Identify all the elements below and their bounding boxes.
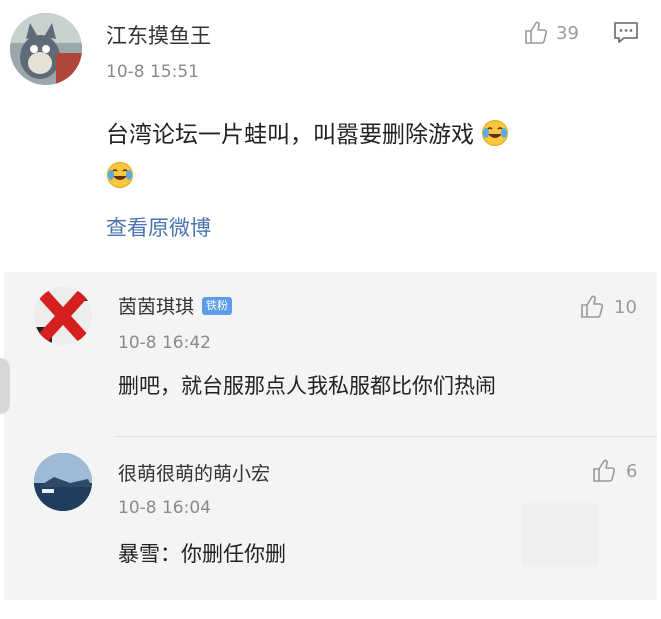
- red-x-avatar-icon: [34, 287, 92, 345]
- reply-divider: [116, 436, 657, 437]
- reply-2-time: 10-8 16:04: [118, 498, 211, 518]
- reply-2-text: 暴雪：你删任你删: [118, 542, 286, 566]
- thumbs-up-icon: [593, 459, 616, 482]
- view-original-weibo-link[interactable]: 查看原微博: [106, 212, 211, 242]
- fan-badge: 铁粉: [202, 296, 233, 315]
- thumbs-up-icon: [525, 21, 548, 44]
- laughing-crying-emoji-icon: [482, 120, 509, 146]
- laughing-crying-emoji-icon: [107, 162, 133, 188]
- comment-icon: [614, 22, 638, 43]
- reply-button[interactable]: [612, 20, 640, 46]
- main-comment-body: 台湾论坛一片蛙叫，叫嚣要删除游戏: [106, 122, 474, 148]
- scroll-edge-handle: [0, 358, 10, 414]
- reply-1-username-row: 茵茵琪琪 铁粉: [118, 292, 233, 319]
- main-comment-time: 10-8 15:51: [106, 62, 199, 82]
- reply-1-avatar[interactable]: [34, 287, 92, 345]
- thumbs-up-icon: [581, 295, 604, 318]
- reply-1-time: 10-8 16:42: [118, 333, 211, 353]
- main-comment-text: 台湾论坛一片蛙叫，叫嚣要删除游戏: [106, 114, 636, 198]
- reply-1-like-count: 10: [614, 296, 637, 318]
- reply-2-avatar[interactable]: [34, 453, 92, 511]
- main-like-button[interactable]: 39: [522, 18, 579, 48]
- main-comment-avatar[interactable]: [10, 13, 82, 85]
- cat-avatar-icon: [10, 13, 82, 85]
- reply-1-like-button[interactable]: 10: [578, 292, 637, 322]
- main-comment-username[interactable]: 江东摸鱼王: [106, 20, 211, 50]
- sea-landscape-avatar-icon: [34, 453, 92, 511]
- background-block: [522, 503, 598, 565]
- reply-1-username[interactable]: 茵茵琪琪: [118, 292, 194, 319]
- reply-2-username[interactable]: 很萌很萌的萌小宏: [118, 459, 270, 486]
- reply-1-text: 删吧，就台服那点人我私服都比你们热闹: [118, 374, 496, 398]
- reply-2-like-count: 6: [626, 460, 638, 482]
- main-like-count: 39: [556, 22, 579, 44]
- reply-2-like-button[interactable]: 6: [590, 456, 637, 486]
